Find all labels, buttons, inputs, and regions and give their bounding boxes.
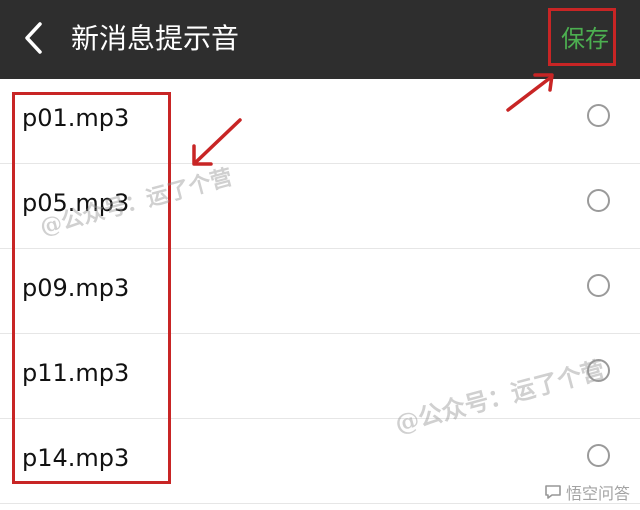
page-title: 新消息提示音 [71, 22, 240, 55]
corner-badge: 悟空问答 [544, 480, 630, 504]
title-bar: 新消息提示音 保存 [0, 0, 640, 79]
radio-button[interactable] [587, 104, 610, 127]
radio-button[interactable] [587, 189, 610, 212]
chat-bubble-icon [545, 485, 561, 499]
radio-button[interactable] [587, 444, 610, 467]
badge-label: 悟空问答 [565, 484, 630, 503]
radio-button[interactable] [587, 274, 610, 297]
save-highlight-box [548, 8, 616, 66]
chevron-left-icon[interactable] [20, 20, 50, 56]
list-highlight-box [12, 92, 171, 484]
